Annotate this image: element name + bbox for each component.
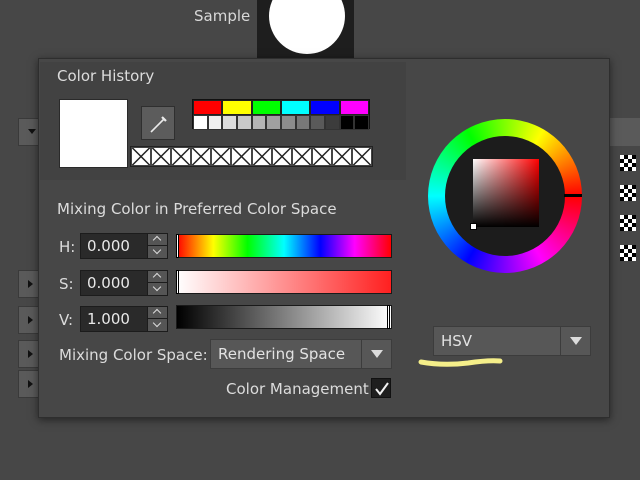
history-slot[interactable]	[211, 147, 232, 166]
transparency-icon[interactable]	[620, 155, 636, 171]
saturation-slider[interactable]	[176, 270, 392, 294]
saturation-increment-button[interactable]	[147, 271, 167, 283]
value-slider[interactable]	[176, 305, 392, 329]
color-wheel[interactable]	[428, 119, 582, 273]
hue-marker[interactable]	[564, 194, 582, 197]
history-slot[interactable]	[191, 147, 212, 166]
checkmark-icon	[375, 382, 389, 396]
palette-swatch[interactable]	[281, 100, 311, 115]
saturation-decrement-button[interactable]	[147, 283, 167, 295]
eyedropper-icon	[150, 116, 167, 133]
collapse-toggle[interactable]	[18, 118, 40, 146]
eyedropper-button[interactable]	[141, 106, 175, 140]
history-slot[interactable]	[131, 147, 152, 166]
value-increment-button[interactable]	[147, 307, 167, 319]
hue-label: H:	[59, 238, 76, 256]
chevron-down-icon[interactable]	[560, 327, 590, 355]
history-swatches	[130, 146, 373, 167]
palette-swatch[interactable]	[237, 115, 252, 130]
chevron-down-icon[interactable]	[361, 340, 391, 368]
hue-slider[interactable]	[176, 234, 392, 258]
value-slider-handle[interactable]	[387, 305, 390, 329]
palette-swatch[interactable]	[339, 100, 369, 115]
chevron-right-icon	[28, 380, 33, 388]
chevron-right-icon	[28, 350, 33, 358]
color-management-checkbox[interactable]	[371, 378, 391, 398]
chevron-right-icon	[28, 280, 33, 288]
history-slot[interactable]	[171, 147, 192, 166]
palette-swatch[interactable]	[193, 115, 208, 130]
palette-swatch[interactable]	[281, 115, 296, 130]
expand-toggle-3[interactable]	[18, 340, 40, 368]
value-decrement-button[interactable]	[147, 319, 167, 331]
color-history-title: Color History	[57, 67, 155, 85]
hue-spinbox[interactable]	[80, 233, 168, 259]
transparency-icon[interactable]	[620, 215, 636, 231]
saturation-value-square[interactable]	[473, 159, 539, 227]
palette-swatch[interactable]	[266, 115, 281, 130]
history-slot[interactable]	[271, 147, 292, 166]
history-slot[interactable]	[351, 147, 372, 166]
hue-decrement-button[interactable]	[147, 246, 167, 258]
history-slot[interactable]	[251, 147, 272, 166]
palette-swatch[interactable]	[295, 115, 311, 130]
palette-swatch[interactable]	[354, 115, 369, 130]
history-slot[interactable]	[311, 147, 332, 166]
wheel-mode-value: HSV	[441, 332, 473, 350]
mixing-color-space-dropdown[interactable]: Rendering Space	[210, 339, 392, 369]
palette-swatch[interactable]	[193, 100, 223, 115]
palette-swatch[interactable]	[339, 115, 355, 130]
hue-increment-button[interactable]	[147, 234, 167, 246]
palette-swatch[interactable]	[310, 100, 340, 115]
history-slot[interactable]	[231, 147, 252, 166]
mixing-panel	[40, 190, 406, 410]
expand-toggle-2[interactable]	[18, 306, 40, 334]
chevron-down-icon	[28, 129, 36, 134]
palette-swatch[interactable]	[222, 115, 237, 130]
highlight-annotation	[418, 358, 503, 367]
mixing-title: Mixing Color in Preferred Color Space	[57, 200, 337, 218]
value-input[interactable]	[81, 307, 147, 331]
color-palette	[192, 99, 370, 130]
hue-slider-handle[interactable]	[176, 234, 179, 258]
saturation-input[interactable]	[81, 271, 147, 295]
value-spinbox[interactable]	[80, 306, 168, 332]
palette-gray-row	[193, 115, 369, 130]
chevron-right-icon	[28, 316, 33, 324]
sv-marker[interactable]	[470, 223, 477, 230]
palette-swatch[interactable]	[325, 115, 340, 130]
palette-swatch[interactable]	[207, 115, 223, 130]
current-color-swatch[interactable]	[59, 99, 128, 168]
saturation-spinbox[interactable]	[80, 270, 168, 296]
palette-swatch[interactable]	[251, 115, 267, 130]
color-management-label: Color Management	[226, 380, 369, 398]
value-label: V:	[59, 311, 74, 329]
right-panel-strip	[608, 118, 640, 146]
palette-swatch[interactable]	[222, 100, 252, 115]
mixing-color-space-value: Rendering Space	[218, 345, 346, 363]
saturation-label: S:	[59, 275, 74, 293]
saturation-slider-handle[interactable]	[176, 270, 179, 294]
mixing-color-space-label: Mixing Color Space:	[59, 346, 208, 364]
transparency-icon[interactable]	[620, 185, 636, 201]
sample-label: Sample	[194, 7, 251, 25]
history-slot[interactable]	[151, 147, 172, 166]
palette-swatch[interactable]	[251, 100, 281, 115]
transparency-icon[interactable]	[620, 245, 636, 261]
history-slot[interactable]	[291, 147, 312, 166]
hue-input[interactable]	[81, 234, 147, 258]
expand-toggle-1[interactable]	[18, 270, 40, 298]
expand-toggle-4[interactable]	[18, 370, 40, 398]
palette-swatch[interactable]	[310, 115, 325, 130]
history-slot[interactable]	[331, 147, 352, 166]
